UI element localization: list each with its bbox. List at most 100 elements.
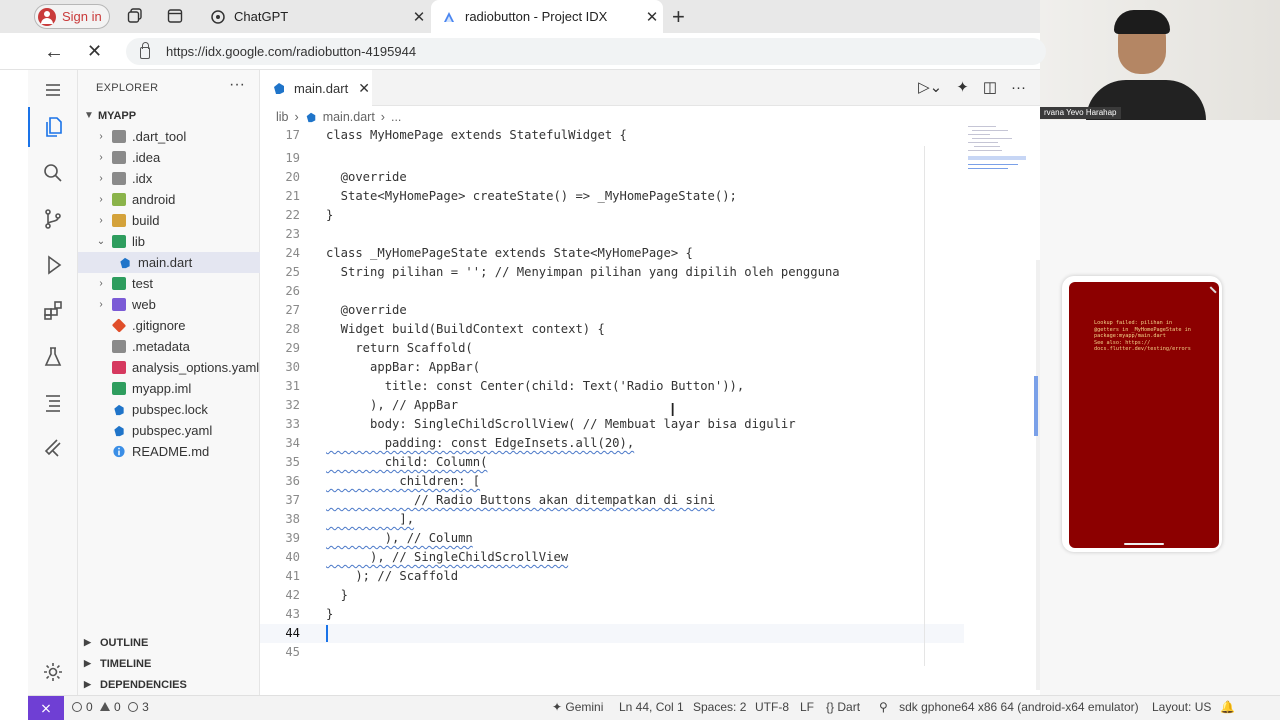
line-ending[interactable]: LF — [800, 700, 814, 714]
tree-item[interactable]: ⌄ lib — [78, 231, 260, 252]
tree-item[interactable]: › .idx — [78, 168, 260, 189]
new-tab-button[interactable]: + — [672, 4, 685, 30]
gemini-status[interactable]: ✦ Gemini — [552, 700, 603, 714]
source-control-icon[interactable] — [41, 207, 65, 231]
web-folder-icon — [112, 298, 126, 311]
tab-actions-icon[interactable] — [167, 8, 183, 24]
keyboard-layout[interactable]: Layout: US — [1152, 700, 1211, 714]
flutter-icon[interactable] — [41, 437, 65, 461]
editor-tab-label: main.dart — [294, 80, 349, 96]
code-line: 38 ], — [260, 510, 960, 529]
braces-icon: {} — [826, 700, 838, 714]
dependencies-section[interactable]: ▶ DEPENDENCIES — [78, 674, 260, 695]
tree-item[interactable]: › web — [78, 294, 260, 315]
url-text: https://idx.google.com/radiobutton-41959… — [166, 44, 417, 59]
scrollbar-thumb[interactable] — [1034, 376, 1038, 436]
tree-item[interactable]: › .dart_tool — [78, 126, 260, 147]
outline-list-icon[interactable] — [41, 391, 65, 415]
line-number: 21 — [285, 189, 300, 203]
notifications-bell-icon[interactable]: 🔔 — [1220, 700, 1235, 714]
run-debug-icon[interactable] — [41, 253, 65, 277]
line-number: 39 — [285, 531, 300, 545]
close-tab-icon[interactable]: ✕ — [641, 8, 663, 26]
line-code: @override — [326, 170, 407, 184]
workspaces-icon[interactable] — [127, 8, 143, 24]
more-actions-icon[interactable]: ··· — [229, 76, 245, 94]
tree-item[interactable]: .metadata — [78, 336, 260, 357]
tree-item-main-dart[interactable]: main.dart — [78, 252, 260, 273]
language-label: Dart — [837, 700, 861, 714]
tree-item[interactable]: › build — [78, 210, 260, 231]
extensions-icon[interactable] — [41, 299, 65, 323]
folder-icon — [112, 172, 126, 185]
menu-icon[interactable] — [41, 78, 65, 102]
line-number: 34 — [285, 436, 300, 450]
close-tab-icon[interactable]: ✕ — [408, 8, 430, 26]
line-number: 30 — [285, 360, 300, 374]
line-number: 29 — [285, 341, 300, 355]
info-count: 3 — [142, 700, 149, 714]
tree-item[interactable]: pubspec.lock — [78, 399, 260, 420]
android-emulator-preview[interactable]: Lookup failed: pilihan in @getters in _M… — [1062, 276, 1222, 552]
sign-in-button[interactable]: Sign in — [34, 4, 110, 29]
language-mode[interactable]: {} Dart — [826, 700, 860, 714]
tree-root-myapp[interactable]: ▼ MYAPP — [78, 105, 260, 126]
tree-item[interactable]: README.md — [78, 441, 260, 462]
gemini-sparkle-icon[interactable]: ✦ — [956, 78, 969, 96]
tree-item[interactable]: myapp.iml — [78, 378, 260, 399]
line-number: 43 — [285, 607, 300, 621]
android-folder-icon — [112, 193, 126, 206]
url-field[interactable]: https://idx.google.com/radiobutton-41959… — [126, 38, 1046, 65]
tab-chatgpt[interactable]: ChatGPT ✕ — [200, 0, 430, 33]
breadcrumb-item[interactable]: main.dart — [323, 110, 375, 124]
back-arrow-icon[interactable]: ← — [44, 41, 64, 64]
search-icon[interactable] — [41, 161, 65, 185]
tree-item-label: .dart_tool — [132, 129, 187, 144]
line-number: 41 — [285, 569, 300, 583]
line-number: 23 — [285, 227, 300, 241]
indentation[interactable]: Spaces: 2 — [693, 700, 746, 714]
code-line: 39 ), // Column — [260, 529, 960, 548]
code-line: 30 appBar: AppBar( — [260, 358, 960, 377]
code-line: 45 — [260, 643, 960, 662]
tree-item[interactable]: › android — [78, 189, 260, 210]
explorer-icon[interactable] — [28, 107, 65, 147]
settings-gear-icon[interactable] — [41, 660, 65, 684]
minimap[interactable] — [968, 124, 1026, 184]
split-editor-icon[interactable]: ◫ — [983, 78, 997, 96]
breadcrumb-item[interactable]: lib — [276, 110, 289, 124]
lock-icon — [140, 41, 150, 59]
editor-tab-main-dart[interactable]: main.dart ✕ — [260, 70, 372, 106]
testing-flask-icon[interactable] — [41, 345, 65, 369]
tree-item-label: main.dart — [138, 255, 193, 270]
tree-item[interactable]: › .idea — [78, 147, 260, 168]
cursor-position[interactable]: Ln 44, Col 1 — [619, 700, 684, 714]
remote-indicator-icon[interactable]: ⨯ — [28, 696, 64, 720]
tree-item[interactable]: analysis_options.yaml — [78, 357, 260, 378]
run-debug-icon[interactable]: ▷⌄ — [918, 78, 942, 96]
tree-item-label: .idx — [132, 171, 153, 186]
encoding[interactable]: UTF-8 — [755, 700, 789, 714]
code-line: 36 children: [ — [260, 472, 960, 491]
tree-item-label: pubspec.yaml — [132, 423, 213, 438]
stop-loading-icon[interactable]: ✕ — [87, 41, 102, 62]
line-code: class _MyHomePageState extends State<MyH… — [326, 246, 693, 260]
tree-item[interactable]: pubspec.yaml — [78, 420, 260, 441]
breadcrumb-item[interactable]: ... — [391, 110, 401, 124]
chevron-right-icon: ▶ — [84, 658, 91, 668]
tab-project-idx[interactable]: radiobutton - Project IDX ✕ — [431, 0, 663, 33]
text-cursor — [326, 625, 328, 642]
close-tab-icon[interactable]: ✕ — [358, 80, 370, 97]
minimap-viewport — [968, 156, 1026, 160]
timeline-section[interactable]: ▶ TIMELINE — [78, 653, 260, 674]
tree-item[interactable]: › test — [78, 273, 260, 294]
line-code: } — [326, 607, 334, 621]
problems-indicator[interactable]: 0 0 3 — [72, 700, 149, 714]
tree-item[interactable]: .gitignore — [78, 315, 260, 336]
more-actions-icon[interactable]: ··· — [1011, 79, 1026, 96]
chevron-down-icon: ⌄ — [96, 236, 106, 247]
outline-section[interactable]: ▶ OUTLINE — [78, 632, 260, 653]
iml-file-icon — [112, 382, 126, 395]
browser-tab-strip: Sign in ChatGPT ✕ radiobutton - Project … — [0, 0, 1040, 33]
device-selector[interactable]: ⚲ sdk gphone64 x86 64 (android-x64 emula… — [879, 700, 1139, 714]
